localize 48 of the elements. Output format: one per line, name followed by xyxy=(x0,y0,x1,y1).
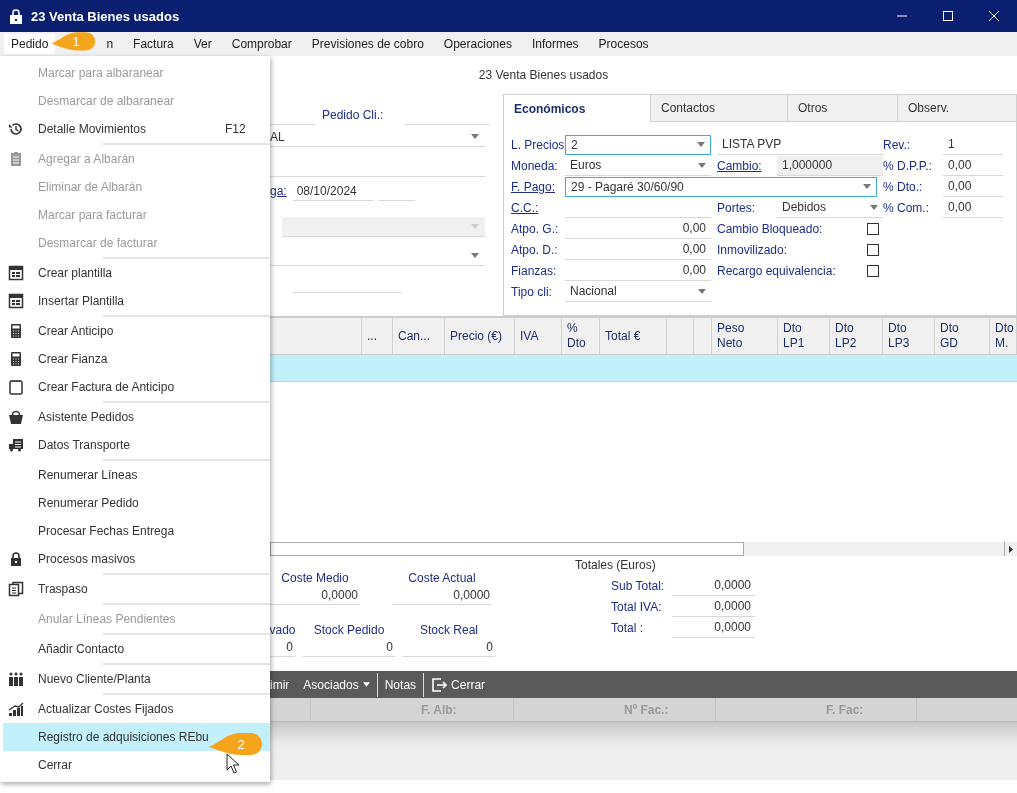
field-label: Tipo cli: xyxy=(511,284,553,299)
total-value: 0,0000 xyxy=(672,596,755,617)
column-header: F. Alb: xyxy=(421,702,457,717)
checkbox-label: Recargo equivalencia: xyxy=(717,263,836,278)
field-label: Stock Real xyxy=(420,623,478,639)
column-header: Can... xyxy=(393,318,445,354)
field-label: Stock Pedido xyxy=(313,623,385,639)
column-header: Total € xyxy=(600,318,667,354)
total-label: Sub Total: xyxy=(610,578,666,593)
value-field: 0 xyxy=(303,639,395,657)
column-header: % Dto xyxy=(562,318,600,354)
field-label: L. Precios xyxy=(511,137,565,152)
field-label: Pedido Cli.: xyxy=(322,108,384,124)
column-header: ... xyxy=(362,318,393,354)
field-label: Rev.: xyxy=(883,137,912,152)
field-label: % Dto.: xyxy=(883,179,924,194)
column-header: Dto M. xyxy=(990,318,1017,354)
total-label: Total : xyxy=(610,620,644,635)
value-field: 0,0000 xyxy=(392,587,492,605)
column-header: Nº Fac.: xyxy=(624,702,669,717)
column-header: F. Fac: xyxy=(826,702,864,717)
field-label: % Com.: xyxy=(883,200,930,215)
field-label: vado xyxy=(269,623,296,639)
checkbox-label: Cambio Bloqueado: xyxy=(717,221,823,236)
totals-title: Totales (Euros) xyxy=(575,558,657,574)
checkbox-label: Inmovilizado: xyxy=(717,242,788,257)
column-header: Dto LP2 xyxy=(830,318,883,354)
field-label: % D.P.P.: xyxy=(883,158,933,173)
field-label: Atpo. G.: xyxy=(511,221,560,236)
column-header: Dto LP1 xyxy=(778,318,830,354)
total-value: 0,0000 xyxy=(672,575,755,596)
column-header: IVA xyxy=(515,318,562,354)
price-list-name: LISTA PVP xyxy=(717,134,883,155)
field-label: Moneda: xyxy=(511,158,559,173)
field-label: Coste Medio xyxy=(281,571,349,587)
field-label: Coste Actual xyxy=(408,571,476,587)
field-label: Fianzas: xyxy=(511,263,558,278)
form-heading: 23 Venta Bienes usados xyxy=(478,68,609,82)
window-title: 23 Venta Bienes usados xyxy=(31,8,181,24)
column-header: Dto GD xyxy=(935,318,990,354)
value-field: 0 xyxy=(403,639,495,657)
total-label: Total IVA: xyxy=(610,599,663,614)
field-label: Portes: xyxy=(717,200,756,215)
total-value: 0,0000 xyxy=(672,617,755,638)
column-header: Dto LP3 xyxy=(883,318,935,354)
column-header: Peso Neto xyxy=(712,318,778,354)
field-label: Atpo. D.: xyxy=(511,242,559,257)
column-header: Precio (€) xyxy=(445,318,515,354)
